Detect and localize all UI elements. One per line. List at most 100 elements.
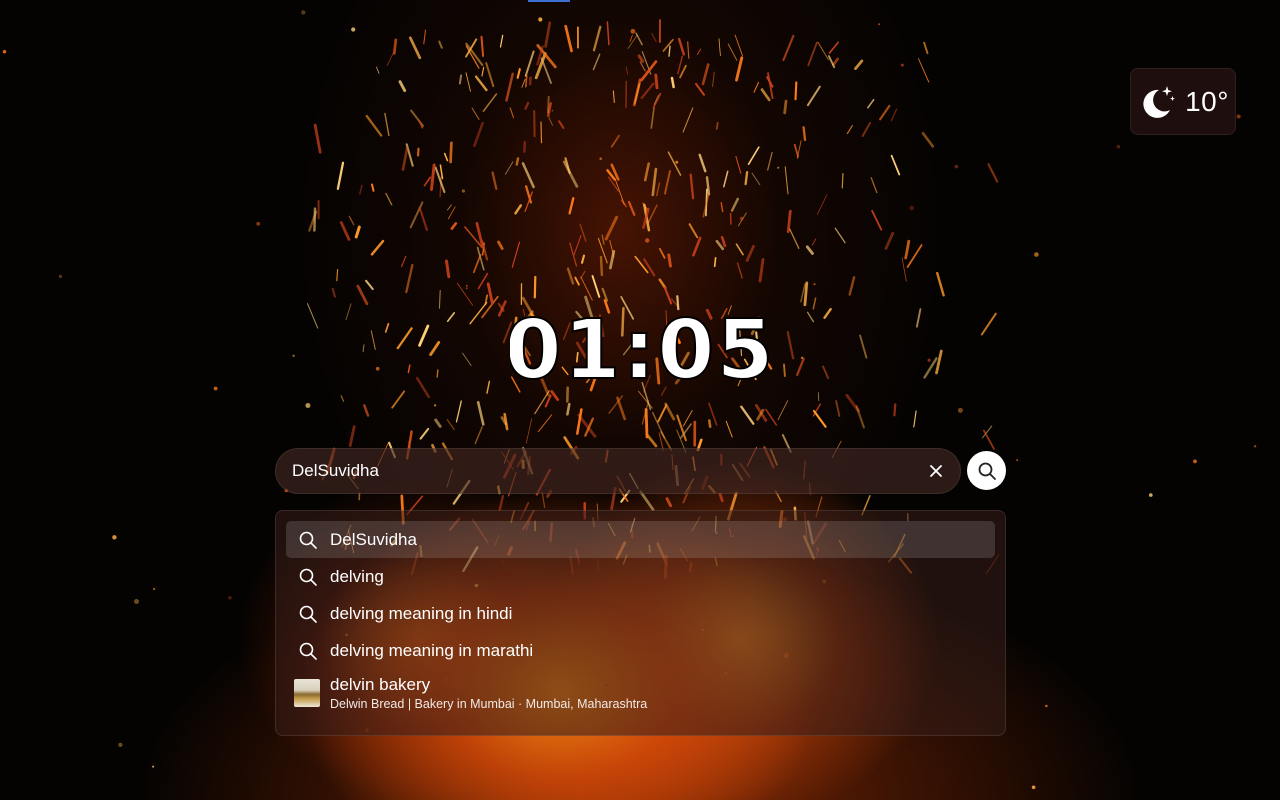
spark xyxy=(794,81,798,101)
spark xyxy=(562,160,579,188)
spark xyxy=(651,167,658,197)
spark xyxy=(713,256,717,268)
spark xyxy=(846,125,853,135)
moon-stars-icon xyxy=(1143,85,1176,118)
spark xyxy=(401,255,407,268)
suggestion-item[interactable]: delving xyxy=(286,558,995,595)
spark xyxy=(807,41,818,67)
spark xyxy=(547,95,550,114)
spark xyxy=(662,38,674,52)
spark xyxy=(365,279,374,291)
spark xyxy=(450,222,458,230)
spark xyxy=(401,146,409,171)
spark xyxy=(936,271,945,297)
ember xyxy=(878,23,881,26)
spark xyxy=(765,408,778,426)
spark xyxy=(604,215,619,241)
spark xyxy=(652,92,662,108)
spark xyxy=(783,99,788,115)
spark xyxy=(667,253,672,268)
spark xyxy=(782,34,795,62)
spark xyxy=(655,182,661,197)
spark xyxy=(363,404,370,417)
spark xyxy=(430,163,436,191)
spark xyxy=(370,330,376,350)
spark xyxy=(521,162,535,189)
spark xyxy=(576,408,583,435)
spark xyxy=(665,497,673,508)
spark xyxy=(447,204,452,211)
spark xyxy=(727,43,738,61)
spark xyxy=(409,201,424,229)
suggestion-item-rich[interactable]: delvin bakery Delwin Bread | Bakery in M… xyxy=(286,671,995,715)
temperature-label: 10° xyxy=(1185,85,1229,117)
clear-search-button[interactable] xyxy=(924,459,948,483)
spark xyxy=(569,242,578,267)
search-icon xyxy=(297,603,319,625)
search-bar[interactable] xyxy=(275,448,961,494)
spark xyxy=(471,107,480,120)
spark xyxy=(434,418,442,428)
clock: 01:05 xyxy=(503,300,774,400)
spark xyxy=(627,34,638,49)
spark xyxy=(423,29,426,45)
spark xyxy=(558,120,565,130)
spark xyxy=(405,263,414,294)
spark xyxy=(789,228,800,249)
search-input[interactable] xyxy=(276,448,924,494)
spark xyxy=(416,147,420,157)
spark xyxy=(313,123,322,154)
weather-widget[interactable]: 10° xyxy=(1130,68,1236,135)
ember xyxy=(954,164,959,169)
spark xyxy=(418,324,430,347)
spark xyxy=(499,34,504,48)
spark xyxy=(610,134,620,148)
ember xyxy=(256,221,261,226)
ember xyxy=(58,274,63,278)
spark xyxy=(398,80,407,93)
spark xyxy=(720,202,724,213)
spark xyxy=(890,108,898,122)
spark xyxy=(806,311,815,323)
spark xyxy=(811,238,817,246)
spark xyxy=(509,107,515,119)
spark xyxy=(715,239,725,251)
spark xyxy=(698,153,707,173)
suggestion-item[interactable]: delving meaning in hindi xyxy=(286,595,995,632)
spark xyxy=(455,400,462,423)
spark xyxy=(407,364,411,374)
ember xyxy=(2,50,7,54)
ember xyxy=(152,765,155,768)
spark xyxy=(715,122,719,130)
spark xyxy=(884,231,895,250)
spark xyxy=(650,107,655,129)
spark xyxy=(679,64,687,79)
spark xyxy=(651,33,657,42)
spark xyxy=(482,93,498,112)
spark xyxy=(802,126,807,142)
spark xyxy=(505,72,514,102)
ember xyxy=(1236,114,1241,119)
ember xyxy=(675,160,679,164)
suggestion-item[interactable]: DelSuvidha xyxy=(286,521,995,558)
spark xyxy=(524,101,530,110)
spark xyxy=(447,206,456,220)
spark xyxy=(446,419,455,431)
search-submit-button[interactable] xyxy=(967,451,1006,490)
ember xyxy=(927,358,931,362)
spark xyxy=(730,197,740,212)
spark xyxy=(410,109,424,127)
spark xyxy=(871,209,883,231)
spark xyxy=(812,409,827,428)
spark xyxy=(901,257,907,282)
spark xyxy=(544,21,552,48)
bakery-thumbnail xyxy=(294,679,320,707)
spark xyxy=(718,492,724,503)
spark xyxy=(573,235,582,256)
spark xyxy=(540,121,543,144)
ember xyxy=(213,386,218,391)
spark xyxy=(465,42,484,67)
spark xyxy=(747,146,760,165)
spark xyxy=(923,357,938,379)
suggestion-item[interactable]: delving meaning in marathi xyxy=(286,632,995,669)
